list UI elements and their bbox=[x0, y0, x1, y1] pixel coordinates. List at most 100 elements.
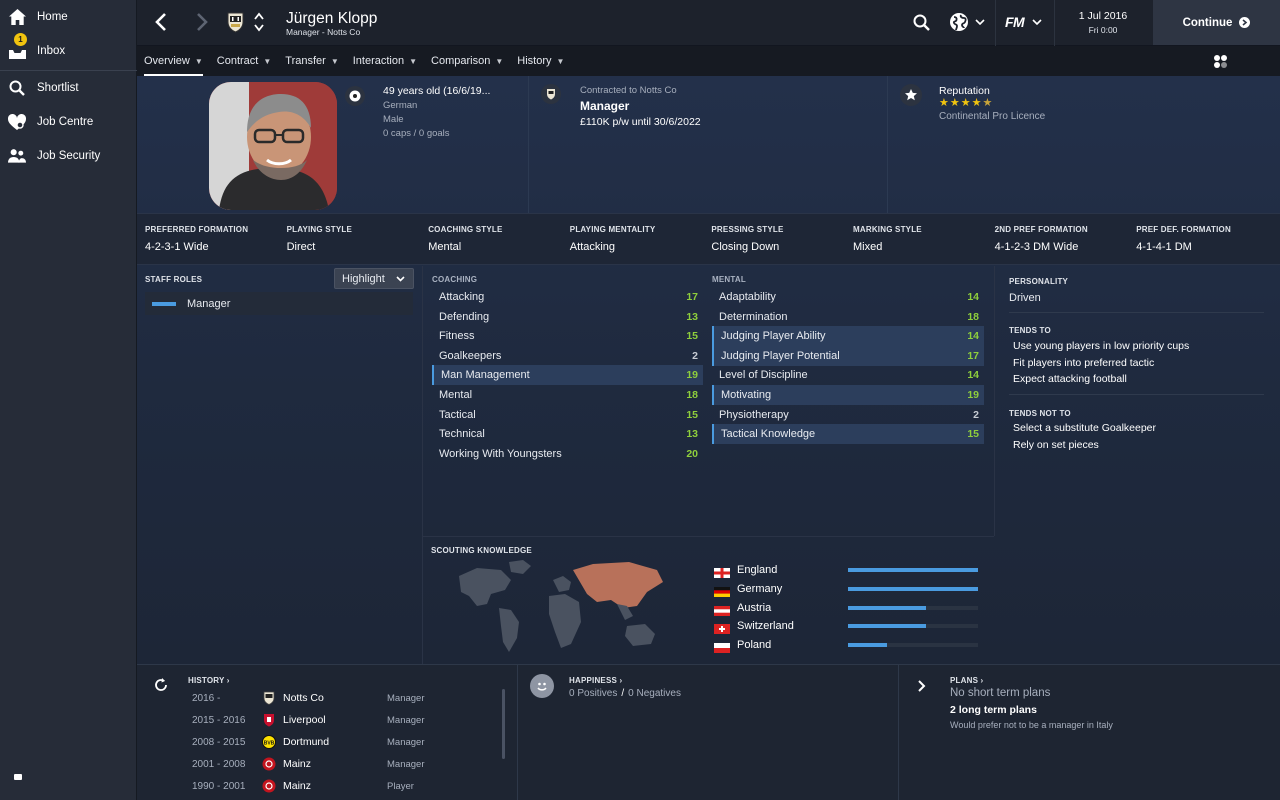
job-role-text: Manager bbox=[580, 99, 630, 113]
staff-options-icon[interactable] bbox=[1212, 53, 1229, 75]
attribute-row[interactable]: Determination 18 bbox=[712, 307, 984, 327]
sidebar-item-label: Home bbox=[37, 11, 68, 23]
attribute-value: 2 bbox=[692, 349, 698, 362]
attribute-value: 19 bbox=[686, 369, 698, 382]
attribute-row[interactable]: Working With Youngsters 20 bbox=[432, 444, 703, 464]
negatives-count: 0 Negatives bbox=[628, 688, 681, 699]
tab-comparison[interactable]: Comparison ▼ bbox=[424, 46, 510, 76]
manager-photo bbox=[209, 82, 337, 210]
history-title[interactable]: HISTORY › bbox=[188, 676, 230, 685]
knowledge-bar-fill bbox=[848, 568, 978, 572]
tends-not-title: TENDS NOT TO bbox=[1009, 409, 1071, 418]
knowledge-bar bbox=[848, 586, 978, 591]
world-menu-button[interactable] bbox=[949, 12, 985, 32]
tab-overview[interactable]: Overview ▼ bbox=[137, 46, 210, 76]
search-button[interactable] bbox=[913, 14, 930, 36]
attribute-value: 19 bbox=[967, 389, 979, 401]
style-label: PREF DEF. FORMATION bbox=[1136, 225, 1231, 234]
attribute-row[interactable]: Physiotherapy 2 bbox=[712, 405, 984, 425]
chevron-right-icon[interactable] bbox=[918, 679, 926, 697]
history-scrollbar[interactable] bbox=[502, 689, 505, 759]
style-value: Mental bbox=[428, 241, 462, 253]
history-club: Liverpool bbox=[283, 714, 326, 726]
country-name: England bbox=[737, 564, 778, 576]
tends-not-item: Select a substitute Goalkeeper bbox=[1013, 422, 1157, 434]
attribute-row[interactable]: Mental 18 bbox=[432, 385, 703, 405]
attribute-label: Attacking bbox=[439, 291, 485, 303]
attribute-row[interactable]: Tactical Knowledge 15 bbox=[712, 424, 984, 445]
wage-text: £110K p/w until 30/6/2022 bbox=[580, 116, 701, 128]
club-crest-icon bbox=[262, 713, 276, 727]
attribute-row[interactable]: Fitness 15 bbox=[432, 326, 703, 346]
tab-history[interactable]: History ▼ bbox=[510, 46, 571, 76]
sidebar-item-job-centre[interactable]: Job Centre bbox=[0, 106, 137, 138]
club-crest-icon bbox=[541, 84, 561, 104]
attribute-row[interactable]: Man Management 19 bbox=[432, 365, 703, 386]
attribute-row[interactable]: Technical 13 bbox=[432, 424, 703, 444]
club-crest-icon bbox=[262, 757, 276, 771]
attribute-row[interactable]: Judging Player Potential 17 bbox=[712, 345, 984, 366]
sidebar-item-job-security[interactable]: Job Security bbox=[0, 140, 137, 172]
world-map[interactable] bbox=[449, 558, 669, 663]
fm-menu-button[interactable]: FM bbox=[1005, 14, 1042, 30]
attribute-row[interactable]: Goalkeepers 2 bbox=[432, 346, 703, 366]
back-button[interactable] bbox=[155, 12, 167, 37]
attribute-value: 18 bbox=[967, 310, 979, 323]
search-icon bbox=[8, 79, 26, 97]
forward-button[interactable] bbox=[196, 12, 208, 37]
club-crest-icon bbox=[262, 779, 276, 793]
tab-contract[interactable]: Contract ▼ bbox=[210, 46, 279, 76]
continue-button[interactable]: Continue bbox=[1153, 0, 1280, 45]
tab-interaction[interactable]: Interaction ▼ bbox=[346, 46, 424, 76]
staff-roles-title: STAFF ROLES bbox=[145, 275, 203, 284]
tab-label: Overview bbox=[144, 55, 190, 67]
attribute-label: Motivating bbox=[721, 389, 772, 401]
sidebar-item-shortlist[interactable]: Shortlist bbox=[0, 72, 137, 104]
positives-count: 0 Positives bbox=[569, 688, 618, 699]
attribute-label: Technical bbox=[439, 428, 485, 441]
tab-transfer[interactable]: Transfer ▼ bbox=[278, 46, 345, 76]
history-role: Player bbox=[387, 780, 414, 792]
attribute-label: Goalkeepers bbox=[439, 349, 502, 362]
mental-title: MENTAL bbox=[712, 275, 746, 284]
divider bbox=[994, 266, 995, 536]
history-row[interactable]: 2008 - 2015 BVB Dortmund Manager bbox=[192, 731, 425, 753]
history-row[interactable]: 2016 - Notts Co Manager bbox=[192, 687, 425, 709]
attribute-label: Adaptability bbox=[719, 291, 776, 303]
plans-title-text: PLANS bbox=[950, 676, 979, 685]
game-date: 1 Jul 2016 bbox=[1078, 10, 1128, 22]
happiness-title[interactable]: HAPPINESS › bbox=[569, 676, 622, 685]
staff-role-row[interactable]: Manager bbox=[145, 292, 413, 315]
country-name: Germany bbox=[737, 582, 783, 595]
fm-logo: FM bbox=[1005, 14, 1025, 30]
highlight-dropdown[interactable]: Highlight bbox=[334, 268, 414, 289]
history-row[interactable]: 2001 - 2008 Mainz Manager bbox=[192, 753, 425, 775]
sidebar-item-inbox[interactable]: 1 Inbox bbox=[0, 33, 137, 67]
history-row[interactable]: 2015 - 2016 Liverpool Manager bbox=[192, 709, 425, 731]
sidebar-item-home[interactable]: Home bbox=[0, 1, 137, 33]
attribute-row[interactable]: Level of Discipline 14 bbox=[712, 365, 984, 385]
attribute-row[interactable]: Adaptability 14 bbox=[712, 287, 984, 307]
top-bar: Jürgen Klopp Manager - Notts Co FM 1 Jul… bbox=[137, 0, 1280, 46]
attribute-row[interactable]: Tactical 15 bbox=[432, 405, 703, 425]
history-row[interactable]: 1990 - 2001 Mainz Player bbox=[192, 775, 414, 797]
chevron-down-icon bbox=[1032, 19, 1042, 25]
sidebar: Home 1 Inbox Shortlist Job Centre Job Se… bbox=[0, 0, 137, 800]
long-term-plans: 2 long term plans bbox=[950, 704, 1037, 716]
attribute-row[interactable]: Defending 13 bbox=[432, 307, 703, 327]
sort-updown-icon[interactable] bbox=[254, 11, 264, 38]
personality-title: PERSONALITY bbox=[1009, 277, 1069, 286]
attribute-row[interactable]: Judging Player Ability 14 bbox=[712, 326, 984, 347]
coaching-title: COACHING bbox=[432, 275, 478, 284]
history-role: Manager bbox=[387, 736, 425, 748]
history-refresh-icon[interactable] bbox=[153, 677, 169, 698]
attribute-row[interactable]: Attacking 17 bbox=[432, 287, 703, 307]
plans-title[interactable]: PLANS › bbox=[950, 676, 983, 685]
chevron-down-icon: ▼ bbox=[330, 56, 339, 66]
attribute-row[interactable]: Motivating 19 bbox=[712, 385, 984, 405]
country-name: Austria bbox=[737, 601, 772, 614]
plans-note: Would prefer not to be a manager in Ital… bbox=[950, 720, 1113, 730]
status-indicator-icon[interactable] bbox=[14, 774, 22, 780]
attribute-label: Level of Discipline bbox=[719, 369, 808, 382]
attribute-label: Mental bbox=[439, 389, 473, 401]
